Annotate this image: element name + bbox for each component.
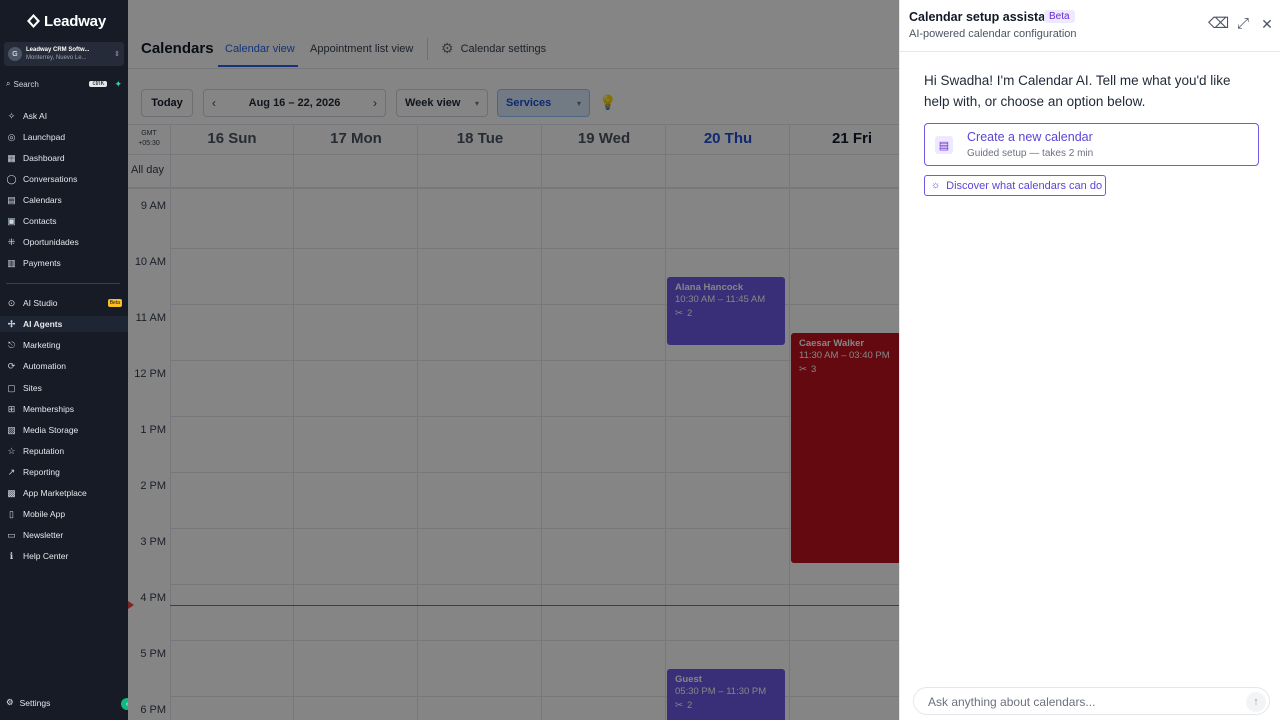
reporting-icon: ↗ (7, 466, 16, 477)
sidebar-item-ai-studio[interactable]: ⊙ AI Studio Beta (6, 295, 126, 311)
storage-icon: ▨ (7, 424, 16, 435)
funnel-icon: ⁜ (7, 236, 16, 247)
assistant-header: Calendar setup assistant Beta AI-powered… (900, 0, 1280, 52)
marketing-icon: ⎋ (7, 339, 16, 350)
sidebar-item-payments[interactable]: ▥ Payments (6, 255, 126, 271)
leadway-logo-icon (27, 14, 40, 28)
assistant-subtitle: AI-powered calendar configuration (909, 28, 1077, 40)
assistant-greeting: Hi Swadha! I'm Calendar AI. Tell me what… (924, 73, 1231, 109)
brand-logo[interactable]: Leadway (27, 12, 106, 30)
chat-icon: ◯ (6, 173, 17, 184)
create-calendar-option[interactable]: ▤ Create a new calendar Guided setup — t… (924, 123, 1259, 166)
discover-calendars-button[interactable]: ☼ Discover what calendars can do (924, 175, 1106, 196)
account-avatar: G (8, 47, 22, 61)
sidebar-item-calendars[interactable]: ▤ Calendars (6, 192, 126, 208)
account-switcher[interactable]: G Leadway CRM Softw... Monterrey, Nuevo … (4, 42, 124, 66)
sidebar-item-media-storage[interactable]: ▨ Media Storage (6, 422, 126, 438)
option-subtitle: Guided setup — takes 2 min (967, 148, 1094, 159)
chevron-updown-icon: ⇕ (114, 51, 120, 58)
search-icon: ⌕ (6, 79, 11, 88)
expand-icon[interactable]: ⤢ (1235, 16, 1251, 32)
close-icon[interactable]: ✕ (1259, 16, 1275, 32)
agents-icon: ✢ (7, 318, 16, 329)
sites-icon: ▢ (7, 382, 16, 393)
reputation-icon: ☆ (7, 445, 16, 456)
rocket-icon: ◎ (7, 131, 16, 142)
account-location: Monterrey, Nuevo Le... (26, 55, 87, 61)
lightbulb-icon: ☼ (931, 180, 941, 191)
option-title: Create a new calendar (967, 130, 1093, 144)
sidebar-item-marketing[interactable]: ⎋ Marketing (6, 337, 126, 353)
sidebar-item-launchpad[interactable]: ◎ Launchpad (6, 129, 126, 145)
send-arrow-icon[interactable]: ↑ (1246, 692, 1266, 712)
assistant-title: Calendar setup assistant (909, 10, 1057, 24)
sidebar-item-dashboard[interactable]: ▦ Dashboard (6, 150, 126, 166)
newsletter-icon: ▭ (7, 529, 16, 540)
sidebar-item-app-marketplace[interactable]: ▩ App Marketplace (6, 485, 126, 501)
payments-icon: ▥ (7, 257, 16, 268)
gear-icon: ⚙ (6, 697, 14, 707)
studio-icon: ⊙ (7, 297, 16, 308)
beta-badge: Beta (107, 299, 122, 307)
info-icon: ℹ (9, 550, 14, 561)
sidebar-item-reporting[interactable]: ↗ Reporting (6, 464, 126, 480)
calendar-icon: ▤ (7, 194, 16, 205)
assistant-input-box: ↑ (913, 687, 1270, 715)
memberships-icon: ⊞ (7, 403, 16, 414)
sidebar-item-reputation[interactable]: ☆ Reputation (6, 443, 126, 459)
sidebar-item-mobile-app[interactable]: ▯ Mobile App (6, 506, 126, 522)
quick-action-icon[interactable]: ✦ (114, 79, 122, 90)
sidebar-item-contacts[interactable]: ▣ Contacts (6, 213, 126, 229)
assistant-panel: Calendar setup assistant Beta AI-powered… (899, 0, 1280, 720)
sidebar-search[interactable]: ⌕ Search ctrlK ✦ (6, 78, 122, 90)
assistant-input[interactable] (928, 693, 1228, 711)
sidebar-divider (6, 283, 120, 284)
contacts-icon: ▣ (7, 215, 16, 226)
marketplace-icon: ▩ (7, 487, 16, 498)
sidebar-item-memberships[interactable]: ⊞ Memberships (6, 401, 126, 417)
search-label: Search (13, 79, 39, 89)
eraser-icon[interactable]: ⌫ (1208, 16, 1229, 32)
dashboard-icon: ▦ (7, 152, 16, 163)
mobile-icon: ▯ (9, 508, 14, 519)
sidebar-item-conversations[interactable]: ◯ Conversations (6, 171, 126, 187)
sidebar-item-ask-ai[interactable]: ✧ Ask AI (6, 108, 126, 124)
sidebar-item-sites[interactable]: ▢ Sites (6, 380, 126, 396)
sidebar-item-ai-agents[interactable]: ✢ AI Agents (0, 316, 128, 332)
account-name: Leadway CRM Softw... (26, 47, 90, 53)
brand-name: Leadway (44, 12, 106, 30)
sidebar-item-settings[interactable]: ⚙ Settings (6, 697, 50, 708)
sidebar-item-newsletter[interactable]: ▭ Newsletter (6, 527, 126, 543)
calendar-icon: ▤ (935, 136, 953, 154)
search-shortcut: ctrlK (89, 81, 108, 87)
beta-badge: Beta (1044, 10, 1075, 23)
automation-icon: ⟳ (7, 360, 16, 371)
sidebar-item-help-center[interactable]: ℹ Help Center (6, 548, 126, 564)
sparkle-icon: ✧ (7, 110, 16, 121)
sidebar: Leadway G Leadway CRM Softw... Monterrey… (0, 0, 133, 720)
sidebar-item-automation[interactable]: ⟳ Automation (6, 358, 126, 374)
sidebar-item-oportunidades[interactable]: ⁜ Oportunidades (6, 234, 126, 250)
